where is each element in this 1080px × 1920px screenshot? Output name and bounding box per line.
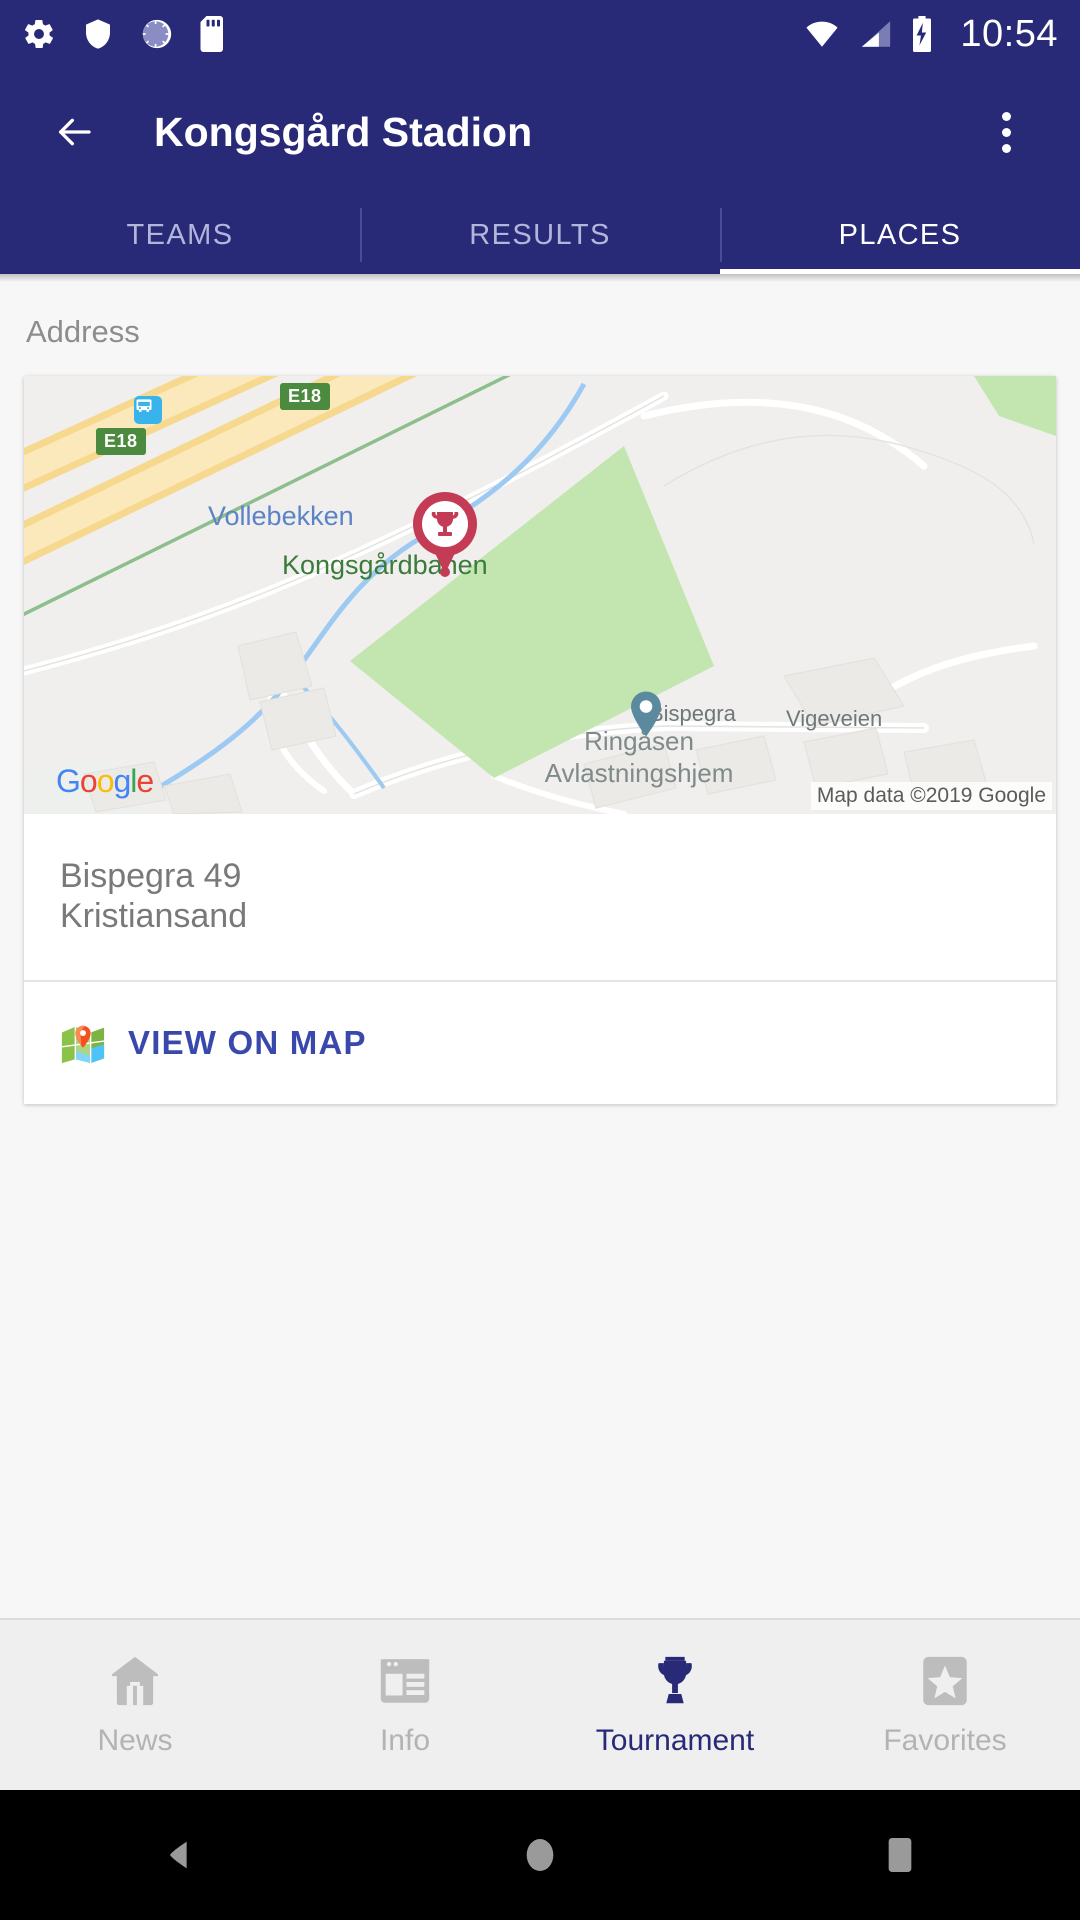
gear-icon bbox=[25, 19, 53, 49]
android-home-button[interactable] bbox=[360, 1835, 720, 1875]
bus-stop-icon[interactable] bbox=[134, 396, 162, 424]
nav-item-favorites[interactable]: Favorites bbox=[810, 1652, 1080, 1758]
overflow-menu-button[interactable] bbox=[978, 102, 1034, 162]
bottom-navigation: News Info Tournament Favorites bbox=[0, 1618, 1080, 1790]
app-bar-shadow bbox=[0, 274, 1080, 282]
back-button[interactable] bbox=[46, 104, 102, 160]
android-navigation-bar bbox=[0, 1790, 1080, 1920]
home-icon bbox=[112, 1656, 158, 1706]
android-back-button[interactable] bbox=[0, 1835, 360, 1875]
more-vertical-icon bbox=[1001, 127, 1011, 137]
map-preview[interactable]: E18 E18 Vollebekken Kongsgårdbanen Bispe… bbox=[24, 376, 1056, 814]
nav-item-news[interactable]: News bbox=[0, 1652, 270, 1758]
places-content: Address E18 E18 Vollebekken Kongsgårdban… bbox=[0, 282, 1080, 1580]
app-bar: Kongsgård Stadion bbox=[0, 68, 1080, 196]
circle-home-icon bbox=[526, 1839, 554, 1871]
arrow-left-icon bbox=[59, 118, 91, 146]
sync-circle-icon bbox=[142, 19, 172, 49]
battery-charging-icon bbox=[913, 16, 932, 52]
status-bar: 10:54 bbox=[0, 0, 1080, 68]
square-recents-icon bbox=[888, 1838, 912, 1872]
tab-places[interactable]: PLACES bbox=[720, 196, 1080, 274]
road-shield-e18-2: E18 bbox=[96, 428, 146, 455]
tab-teams-label: TEAMS bbox=[126, 218, 234, 251]
wifi-icon bbox=[806, 21, 838, 47]
address-card: E18 E18 Vollebekken Kongsgårdbanen Bispe… bbox=[24, 376, 1056, 1105]
address-text-block: Bispegra 49 Kristiansand bbox=[24, 814, 1056, 980]
status-clock: 10:54 bbox=[960, 12, 1058, 55]
view-on-map-button[interactable]: VIEW ON MAP bbox=[24, 982, 1056, 1104]
page-title: Kongsgård Stadion bbox=[154, 108, 533, 155]
road-shield-e18-1: E18 bbox=[280, 383, 330, 410]
triangle-back-icon bbox=[170, 1841, 187, 1869]
tab-active-indicator bbox=[719, 269, 1080, 274]
nav-item-tournament[interactable]: Tournament bbox=[540, 1652, 810, 1758]
map-canvas bbox=[24, 376, 1056, 814]
tab-bar: TEAMS RESULTS PLACES bbox=[0, 196, 1080, 274]
sd-card-icon bbox=[200, 16, 223, 52]
tab-teams[interactable]: TEAMS bbox=[0, 196, 360, 274]
article-icon bbox=[380, 1659, 430, 1703]
nav-item-news-label: News bbox=[97, 1724, 173, 1757]
trophy-map-pin[interactable] bbox=[408, 486, 482, 578]
address-line-2: Kristiansand bbox=[60, 897, 248, 936]
cell-signal-icon bbox=[862, 21, 891, 47]
android-recents-button[interactable] bbox=[720, 1835, 1080, 1875]
map-attribution: Map data ©2019 Google bbox=[810, 782, 1052, 810]
google-logo: Google bbox=[56, 763, 154, 799]
tab-results-label: RESULTS bbox=[469, 218, 611, 251]
address-line-1: Bispegra 49 bbox=[60, 857, 242, 895]
nav-item-info[interactable]: Info bbox=[270, 1652, 540, 1758]
status-bar-right-icons: 10:54 bbox=[802, 13, 1058, 56]
section-label-address: Address bbox=[26, 314, 140, 349]
map-emoji-icon bbox=[61, 1025, 105, 1064]
shield-icon bbox=[86, 19, 110, 49]
trophy-icon bbox=[658, 1656, 692, 1704]
tab-places-label: PLACES bbox=[838, 218, 962, 251]
place-pin-icon[interactable] bbox=[628, 690, 664, 738]
status-bar-left-icons bbox=[22, 16, 228, 52]
view-on-map-label: VIEW ON MAP bbox=[128, 1024, 367, 1062]
more-vertical-icon bbox=[1001, 111, 1011, 121]
nav-item-info-label: Info bbox=[379, 1724, 431, 1757]
nav-item-tournament-label: Tournament bbox=[595, 1724, 755, 1757]
more-vertical-icon bbox=[1001, 143, 1011, 153]
tab-results[interactable]: RESULTS bbox=[360, 196, 720, 274]
nav-item-favorites-label: Favorites bbox=[883, 1724, 1007, 1757]
star-icon bbox=[923, 1656, 967, 1706]
